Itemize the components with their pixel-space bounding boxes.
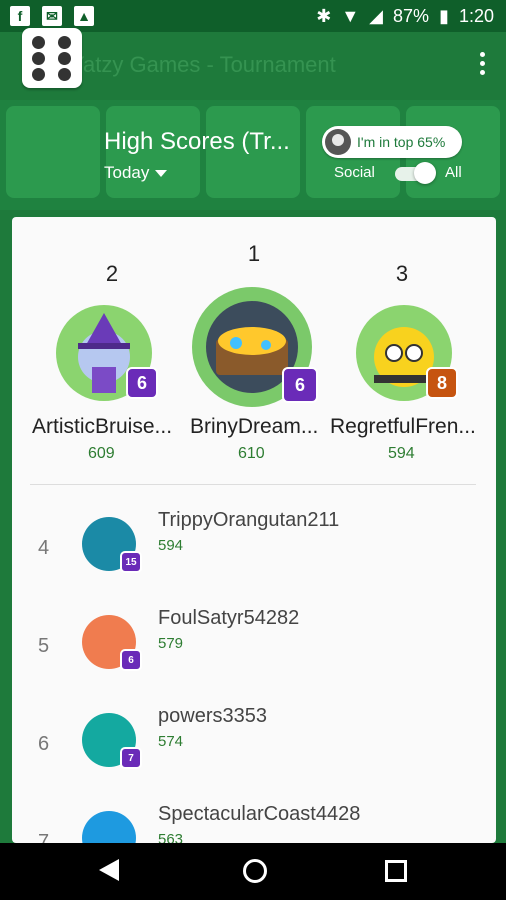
podium-third[interactable]: 3 [322,261,482,287]
toggle-thumb[interactable] [414,162,436,184]
toggle-all-label: All [445,164,462,181]
player-name: powers3353 [158,705,267,727]
leaderboard-row[interactable]: 4 15 TrippyOrangutan211 594 [12,509,496,615]
level-badge: 7 [120,747,142,769]
image-icon: ▲ [74,6,94,26]
level-badge: 8 [426,367,458,399]
podium-rank: 3 [395,261,409,286]
nav-back-icon[interactable] [99,859,119,881]
podium-player-score: 609 [88,445,115,462]
wifi-icon: ▼ [341,6,360,26]
overflow-menu-icon[interactable] [480,52,488,80]
top-percent-text: I'm in top 65% [357,134,446,150]
row-rank: 7 [38,831,50,843]
avatar-paper-plane [82,811,136,843]
level-badge: 6 [120,649,142,671]
player-name: SpectacularCoast4428 [158,803,361,825]
chevron-down-icon [155,169,168,177]
leaderboard-row[interactable]: 7 SpectacularCoast4428 563 [12,803,496,843]
podium-second[interactable]: 2 [32,261,192,287]
leaderboard-row[interactable]: 5 6 FoulSatyr54282 579 [12,607,496,713]
time-filter-dropdown[interactable]: Today [104,163,168,183]
player-score: 579 [158,635,184,652]
battery-icon: ▮ [439,6,449,26]
player-score: 594 [158,537,184,554]
row-rank: 5 [38,635,50,657]
player-name: TrippyOrangutan211 [158,509,340,531]
level-badge: 6 [126,367,158,399]
dice-icon [22,28,82,88]
toggle-social-label: Social [334,164,375,181]
user-avatar-icon [325,129,351,155]
mail-icon: ✉ [42,6,62,26]
leaderboard-card: 2 6 ArtisticBruise... 609 1 6 BrinyDream… [12,217,496,843]
nav-home-icon[interactable] [243,859,267,883]
row-rank: 6 [38,733,50,755]
podium-player-score: 610 [238,445,265,462]
player-score: 563 [158,831,184,843]
row-rank: 4 [38,537,50,559]
status-bar: f ✉ ▲ ✱ ▼ ◢ 87% ▮ 1:20 [0,0,506,32]
podium-rank: 2 [105,261,119,286]
time-filter-label: Today [104,163,150,182]
level-badge: 15 [120,551,142,573]
dice-tile [6,106,100,198]
notification-icons: f ✉ ▲ [10,6,94,26]
level-badge: 6 [282,367,318,403]
player-score: 574 [158,733,184,750]
battery-percent: 87% [393,6,430,26]
status-icons: ✱ ▼ ◢ 87% ▮ 1:20 [316,6,494,27]
leaderboard-title: High Scores (Tr... [104,128,290,155]
podium-player-name: ArtisticBruise... [32,415,173,438]
app-title-faded: Yatzy Games - Tournament [70,52,336,77]
bluetooth-icon: ✱ [316,6,332,26]
podium-first[interactable]: 1 [174,241,334,267]
system-nav-bar [0,843,506,900]
podium-player-score: 594 [388,445,415,462]
podium-player-name: BrinyDream... [190,415,319,438]
facebook-icon: f [10,6,30,26]
podium-player-name: RegretfulFren... [330,415,476,438]
signal-icon: ◢ [369,6,384,26]
clock: 1:20 [458,6,494,26]
leaderboard-row[interactable]: 6 7 powers3353 574 [12,705,496,811]
podium-rank: 1 [247,241,261,266]
nav-recents-icon[interactable] [385,860,407,882]
divider [30,484,476,485]
top-percent-pill[interactable]: I'm in top 65% [322,126,462,158]
player-name: FoulSatyr54282 [158,607,300,629]
